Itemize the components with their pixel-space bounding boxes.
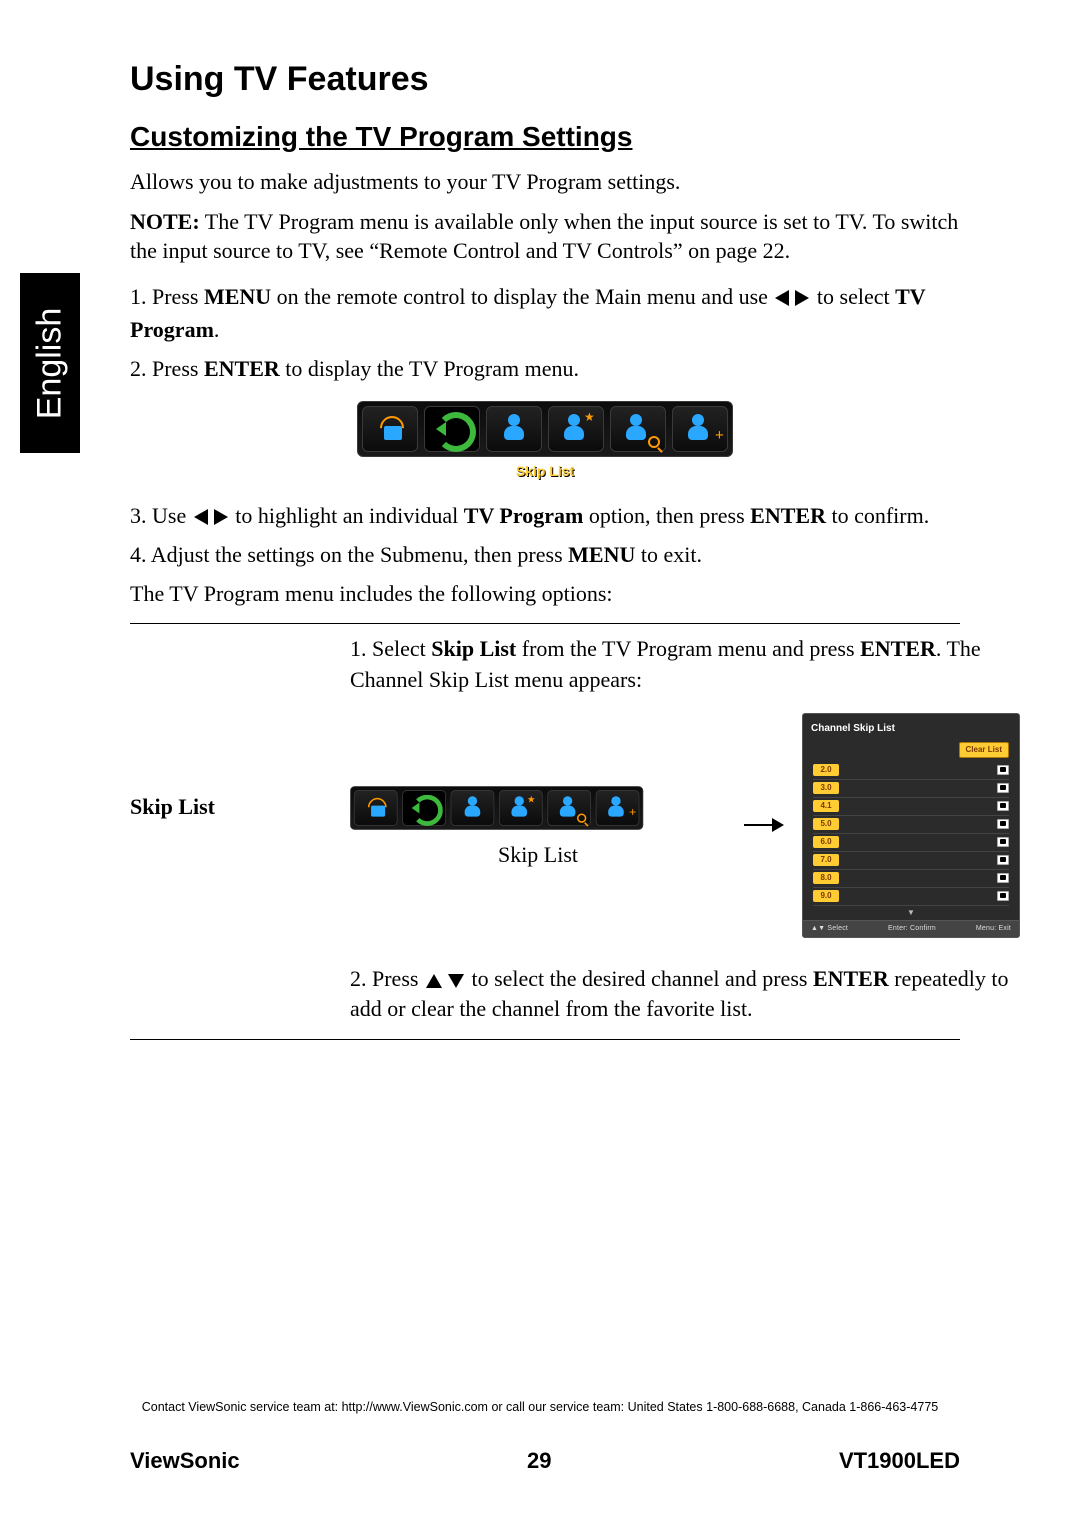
csl-channel: 5.0 xyxy=(813,818,839,829)
menu-icon-rotate xyxy=(402,790,446,826)
tv-program-menu-figure: ★ + Skip List xyxy=(130,401,960,479)
note-paragraph: NOTE: The TV Program menu is available o… xyxy=(130,207,960,266)
menu-icon-antenna xyxy=(362,406,418,452)
checkbox-icon[interactable] xyxy=(997,873,1009,883)
skip-figure-row: ★ + Skip List Channel Skip List xyxy=(350,713,1020,937)
separator xyxy=(130,1039,960,1040)
menu-caption-small: Skip List xyxy=(498,840,578,871)
page-title: Using TV Features xyxy=(130,60,960,99)
section-title: Customizing the TV Program Settings xyxy=(130,121,960,153)
csl-channel: 8.0 xyxy=(813,872,839,883)
menu-icon-person-plus: + xyxy=(596,790,640,826)
arrow-right-icon xyxy=(744,815,784,835)
language-label: English xyxy=(31,307,70,419)
steps-list: 1. Press MENU on the remote control to d… xyxy=(130,280,960,385)
intro-paragraph: Allows you to make adjustments to your T… xyxy=(130,167,960,197)
skip-step-2: 2. Press to select the desired channel a… xyxy=(350,964,1020,1026)
csl-row[interactable]: 7.0 xyxy=(813,852,1009,870)
step-3: 3. Use to highlight an individual TV Pro… xyxy=(130,499,960,532)
menu-icon-person xyxy=(486,406,542,452)
csl-footer-exit: Menu: Exit xyxy=(976,924,1011,934)
options-intro: The TV Program menu includes the followi… xyxy=(130,579,960,609)
csl-row[interactable]: 2.0 xyxy=(813,762,1009,780)
step-2: 2. Press ENTER to display the TV Program… xyxy=(130,352,960,385)
menu-bar: ★ + xyxy=(357,401,733,457)
checkbox-icon[interactable] xyxy=(997,837,1009,847)
csl-row[interactable]: 8.0 xyxy=(813,870,1009,888)
menu-icon-person-star: ★ xyxy=(548,406,604,452)
clear-list-button[interactable]: Clear List xyxy=(959,742,1009,757)
language-tab: English xyxy=(20,273,80,453)
channel-skip-list-panel: Channel Skip List Clear List 2.0 3.0 4.1… xyxy=(802,713,1020,937)
footer-model: VT1900LED xyxy=(839,1448,960,1474)
menu-icon-person-star: ★ xyxy=(499,790,543,826)
menu-icon-person-plus: + xyxy=(672,406,728,452)
step-4: 4. Adjust the settings on the Submenu, t… xyxy=(130,538,960,571)
csl-channel: 4.1 xyxy=(813,800,839,811)
left-right-arrows-icon xyxy=(775,290,809,306)
checkbox-icon[interactable] xyxy=(997,819,1009,829)
contact-line: Contact ViewSonic service team at: http:… xyxy=(0,1400,1080,1414)
menu-icon-person-search xyxy=(547,790,591,826)
footer-page-number: 29 xyxy=(527,1448,551,1474)
csl-footer-confirm: Enter: Confirm xyxy=(888,924,936,934)
csl-row[interactable]: 9.0 xyxy=(813,888,1009,906)
skip-list-label: Skip List xyxy=(130,634,330,820)
menu-icon-rotate xyxy=(424,406,480,452)
csl-footer: ▲▼ Select Enter: Confirm Menu: Exit xyxy=(803,920,1019,937)
content-area: Using TV Features Customizing the TV Pro… xyxy=(130,60,960,1050)
menu-caption: Skip List xyxy=(516,463,574,479)
menu-icon-person-search xyxy=(610,406,666,452)
checkbox-icon[interactable] xyxy=(997,891,1009,901)
note-label: NOTE: xyxy=(130,209,200,234)
csl-clear-row: Clear List xyxy=(803,742,1019,761)
csl-row[interactable]: 4.1 xyxy=(813,798,1009,816)
csl-row[interactable]: 5.0 xyxy=(813,816,1009,834)
footer-brand: ViewSonic xyxy=(130,1448,240,1474)
note-text: The TV Program menu is available only wh… xyxy=(130,209,958,264)
tv-program-menu-small: ★ + Skip List xyxy=(350,780,726,871)
csl-channel-list: 2.0 3.0 4.1 5.0 6.0 7.0 8.0 9.0 ▼ xyxy=(803,762,1019,920)
left-right-arrows-icon xyxy=(194,509,228,525)
menu-icon-antenna xyxy=(354,790,398,826)
csl-title: Channel Skip List xyxy=(803,718,1019,742)
skip-list-details: 1. Select Skip List from the TV Program … xyxy=(350,634,1020,1025)
checkbox-icon[interactable] xyxy=(997,801,1009,811)
document-page: English Using TV Features Customizing th… xyxy=(0,0,1080,1527)
step-1: 1. Press MENU on the remote control to d… xyxy=(130,280,960,346)
checkbox-icon[interactable] xyxy=(997,783,1009,793)
csl-row[interactable]: 3.0 xyxy=(813,780,1009,798)
skip-step-1: 1. Select Skip List from the TV Program … xyxy=(350,634,1020,696)
menu-bar-small: ★ + xyxy=(350,786,643,830)
menu-icon-person xyxy=(451,790,495,826)
steps-list-2: 3. Use to highlight an individual TV Pro… xyxy=(130,499,960,571)
csl-channel: 9.0 xyxy=(813,890,839,901)
csl-channel: 7.0 xyxy=(813,854,839,865)
csl-channel: 3.0 xyxy=(813,782,839,793)
checkbox-icon[interactable] xyxy=(997,765,1009,775)
csl-channel: 2.0 xyxy=(813,764,839,775)
skip-list-section: Skip List 1. Select Skip List from the T… xyxy=(130,634,960,1025)
up-down-arrows-icon xyxy=(426,974,464,988)
checkbox-icon[interactable] xyxy=(997,855,1009,865)
chevron-down-icon: ▼ xyxy=(813,906,1009,918)
csl-footer-select: ▲▼ Select xyxy=(811,924,848,934)
csl-channel: 6.0 xyxy=(813,836,839,847)
csl-row[interactable]: 6.0 xyxy=(813,834,1009,852)
separator xyxy=(130,623,960,624)
page-footer: ViewSonic 29 VT1900LED xyxy=(130,1448,960,1474)
